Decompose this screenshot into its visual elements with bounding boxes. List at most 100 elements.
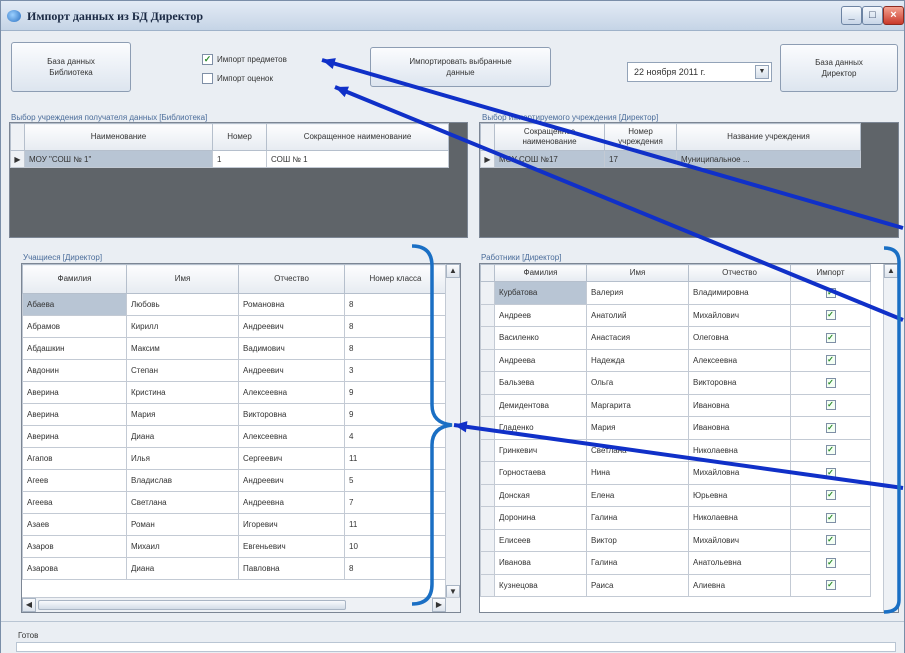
table-cell[interactable]: Андреевич — [238, 359, 345, 382]
director-db-button[interactable]: База данных Директор — [780, 44, 898, 92]
import-checkbox-cell[interactable]: ✓ — [790, 416, 871, 440]
table-cell[interactable]: Агапов — [22, 447, 127, 470]
table-cell[interactable]: 4 — [344, 425, 447, 448]
table-row[interactable]: Азаров Михаил Евгеньевич 10 — [22, 535, 447, 558]
table-cell[interactable]: Андреевич — [238, 469, 345, 492]
checkmark-icon[interactable]: ✓ — [825, 467, 836, 478]
table-cell[interactable]: Елисеев — [494, 528, 587, 552]
checkbox-box[interactable] — [202, 73, 213, 84]
import-subjects-checkbox[interactable]: ✓ Импорт предметов — [202, 54, 287, 65]
checkmark-icon[interactable]: ✓ — [825, 512, 836, 523]
students-grid[interactable]: Фамилия Имя Отчество Номер класса Абаева… — [21, 263, 461, 613]
table-cell[interactable]: Михайлович — [688, 303, 791, 327]
table-row[interactable]: Андреева Надежда Алексеевна ✓ — [480, 348, 871, 372]
table-cell[interactable]: 11 — [344, 513, 447, 536]
scroll-left-icon[interactable]: ◀ — [22, 598, 36, 612]
column-header[interactable]: Сокращенное наименование — [266, 123, 449, 151]
row-selector-icon[interactable]: ▶ — [480, 150, 495, 168]
table-cell[interactable]: Кристина — [126, 381, 239, 404]
import-checkbox-cell[interactable]: ✓ — [790, 506, 871, 530]
checkmark-icon[interactable]: ✓ — [825, 377, 836, 388]
table-cell[interactable]: Игоревич — [238, 513, 345, 536]
table-cell[interactable]: Елена — [586, 483, 689, 507]
table-cell[interactable]: Викторовна — [688, 371, 791, 395]
table-row[interactable]: Демидентова Маргарита Ивановна ✓ — [480, 393, 871, 417]
table-cell[interactable]: Андреевич — [238, 315, 345, 338]
table-cell[interactable]: Донская — [494, 483, 587, 507]
close-button[interactable]: × — [883, 6, 904, 25]
table-cell[interactable]: Абаева — [22, 293, 127, 316]
table-row[interactable]: Абрамов Кирилл Андреевич 8 — [22, 315, 447, 338]
import-checkbox-cell[interactable]: ✓ — [790, 393, 871, 417]
row-header[interactable] — [480, 573, 495, 597]
table-cell[interactable]: Максим — [126, 337, 239, 360]
table-cell[interactable]: Владимировна — [688, 281, 791, 305]
column-header[interactable]: Фамилия — [494, 264, 587, 282]
vertical-scrollbar[interactable]: ▲ — [883, 264, 898, 612]
table-cell[interactable]: Илья — [126, 447, 239, 470]
table-cell[interactable]: Азаев — [22, 513, 127, 536]
table-row[interactable]: Агапов Илья Сергеевич 11 — [22, 447, 447, 470]
vertical-scrollbar[interactable]: ▲ ▼ — [445, 264, 460, 599]
row-header[interactable] — [480, 281, 495, 305]
import-checkbox-cell[interactable]: ✓ — [790, 326, 871, 350]
checkmark-icon[interactable]: ✓ — [825, 580, 836, 591]
import-checkbox-cell[interactable]: ✓ — [790, 281, 871, 305]
column-header[interactable]: Номер — [212, 123, 267, 151]
table-cell[interactable]: Доронина — [494, 506, 587, 530]
table-cell[interactable]: Николаевна — [688, 506, 791, 530]
table-cell[interactable]: Нина — [586, 461, 689, 485]
table-cell[interactable]: Валерия — [586, 281, 689, 305]
checkmark-icon[interactable]: ✓ — [825, 535, 836, 546]
table-cell[interactable]: 8 — [344, 337, 447, 360]
table-cell[interactable]: Андреев — [494, 303, 587, 327]
column-header[interactable]: Номер класса — [344, 264, 447, 294]
import-selected-button[interactable]: Импортировать выбранные данные — [370, 47, 551, 87]
column-header[interactable]: Имя — [126, 264, 239, 294]
table-cell[interactable]: МОУ СОШ №17 — [494, 150, 605, 168]
row-header[interactable] — [480, 303, 495, 327]
row-header[interactable] — [480, 551, 495, 575]
checkmark-icon[interactable]: ✓ — [825, 332, 836, 343]
checkmark-icon[interactable]: ✓ — [825, 287, 836, 298]
table-cell[interactable]: Иванова — [494, 551, 587, 575]
table-cell[interactable]: Анастасия — [586, 326, 689, 350]
table-cell[interactable]: 7 — [344, 491, 447, 514]
import-checkbox-cell[interactable]: ✓ — [790, 348, 871, 372]
table-row[interactable]: Донская Елена Юрьевна ✓ — [480, 483, 871, 507]
table-cell[interactable]: Раиса — [586, 573, 689, 597]
table-row[interactable]: Гринкевич Светлана Николаевна ✓ — [480, 438, 871, 462]
table-cell[interactable]: Михаил — [126, 535, 239, 558]
library-institution-grid[interactable]: Наименование Номер Сокращенное наименова… — [9, 122, 468, 238]
column-header[interactable]: Отчество — [688, 264, 791, 282]
table-cell[interactable]: Бальзева — [494, 371, 587, 395]
maximize-button[interactable]: □ — [862, 6, 883, 25]
table-cell[interactable]: Светлана — [126, 491, 239, 514]
table-cell[interactable]: Виктор — [586, 528, 689, 552]
table-row[interactable]: Андреев Анатолий Михайлович ✓ — [480, 303, 871, 327]
library-db-button[interactable]: База данных Библиотека — [11, 42, 131, 92]
table-row[interactable]: Доронина Галина Николаевна ✓ — [480, 506, 871, 530]
table-row[interactable]: Кузнецова Раиса Алиевна ✓ — [480, 573, 871, 597]
table-cell[interactable]: СОШ № 1 — [266, 150, 449, 168]
table-cell[interactable]: Абрамов — [22, 315, 127, 338]
table-row[interactable]: Горностаева Нина Михайловна ✓ — [480, 461, 871, 485]
import-checkbox-cell[interactable]: ✓ — [790, 438, 871, 462]
table-cell[interactable]: Алексеевна — [688, 348, 791, 372]
scroll-up-icon[interactable]: ▲ — [884, 264, 898, 278]
row-selector-icon[interactable]: ▶ — [10, 150, 25, 168]
scroll-up-icon[interactable]: ▲ — [446, 264, 460, 278]
table-row[interactable]: ▶ МОУ "СОШ № 1" 1 СОШ № 1 — [10, 150, 449, 168]
minimize-button[interactable]: _ — [841, 6, 862, 25]
table-cell[interactable]: Алексеевна — [238, 425, 345, 448]
table-cell[interactable]: 1 — [212, 150, 267, 168]
table-cell[interactable]: 10 — [344, 535, 447, 558]
import-checkbox-cell[interactable]: ✓ — [790, 303, 871, 327]
checkmark-icon[interactable]: ✓ — [825, 445, 836, 456]
table-cell[interactable]: Любовь — [126, 293, 239, 316]
table-cell[interactable]: Ивановна — [688, 393, 791, 417]
table-cell[interactable]: Аверина — [22, 381, 127, 404]
table-row[interactable]: Абдашкин Максим Вадимович 8 — [22, 337, 447, 360]
row-header[interactable] — [480, 528, 495, 552]
table-row[interactable]: Василенко Анастасия Олеговна ✓ — [480, 326, 871, 350]
